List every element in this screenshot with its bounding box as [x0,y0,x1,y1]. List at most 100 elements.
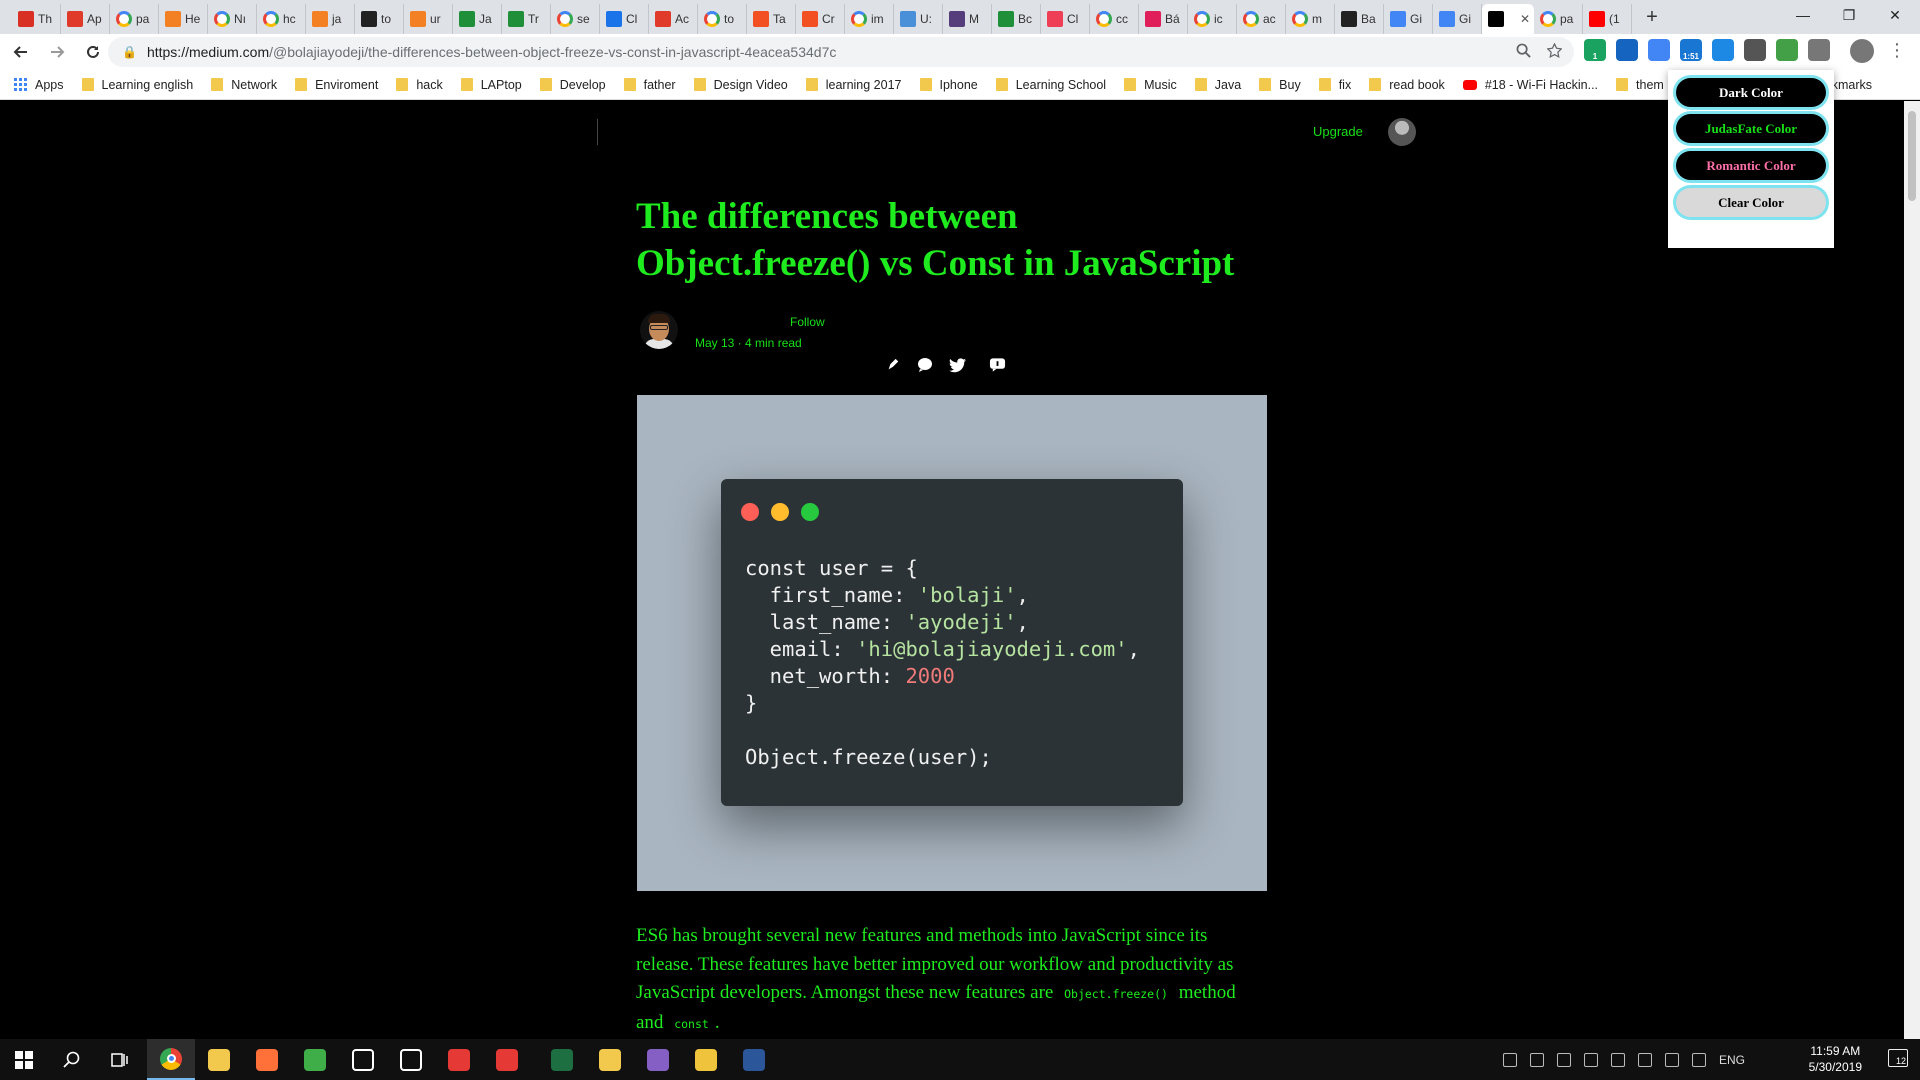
tab[interactable]: se [551,4,600,34]
bookmark-item[interactable]: father [623,78,676,92]
bookmark-item[interactable]: Design Video [693,78,788,92]
follow-button[interactable]: Follow [790,315,825,329]
taskbar-notepad-app[interactable] [586,1039,634,1080]
page-scrollbar[interactable] [1904,101,1920,1039]
tab[interactable]: Nı [208,4,257,34]
bookmark-item[interactable]: read book [1369,78,1445,92]
tab-close-icon[interactable]: ✕ [1520,12,1534,26]
tab[interactable]: Th [12,4,61,34]
address-bar[interactable]: 🔒 https://medium.com/@bolajiayodeji/the-… [108,37,1574,67]
bookmark-item[interactable]: fix [1318,78,1351,92]
bookmark-star-icon[interactable] [1547,43,1562,58]
user-avatar[interactable] [1388,118,1416,146]
forward-button[interactable] [42,37,72,67]
clock[interactable]: 11:59 AM 5/30/2019 [1809,1043,1862,1075]
tab[interactable]: im [845,4,894,34]
tab[interactable]: He [159,4,208,34]
bookmark-item[interactable]: Learning School [995,78,1106,92]
taskbar-excel[interactable] [538,1039,586,1080]
skype-icon[interactable] [1556,1052,1571,1067]
bookmark-item[interactable]: LAPtop [460,78,522,92]
restore-button[interactable]: ❐ [1826,0,1872,30]
bookmark-item[interactable]: Buy [1259,78,1301,92]
bookmark-item[interactable]: them [1616,78,1664,92]
pen-icon[interactable] [884,356,902,374]
ext-j-icon[interactable] [1616,39,1638,61]
ext-shield-icon[interactable] [1808,39,1830,61]
tab-active[interactable]: ✕ [1482,4,1534,34]
tab[interactable]: Cl [1041,4,1090,34]
window-close-button[interactable]: ✕ [1872,0,1918,30]
tab[interactable]: Bá [1139,4,1188,34]
tab[interactable]: pa [1534,4,1583,34]
profile-avatar[interactable] [1850,39,1874,63]
ext-timer-icon[interactable]: 1:51 [1680,39,1702,61]
upgrade-link[interactable]: Upgrade [1313,124,1363,139]
tab[interactable]: to [698,4,747,34]
taskbar-store[interactable] [339,1039,387,1080]
tab[interactable]: U: [894,4,943,34]
language-indicator[interactable]: ENG [1719,1053,1745,1067]
taskbar-firefox[interactable] [243,1039,291,1080]
taskbar-search[interactable] [48,1039,96,1080]
tab[interactable]: (1 [1583,4,1632,34]
taskbar-git-app[interactable] [682,1039,730,1080]
dark-color-button[interactable]: Dark Color [1676,78,1826,107]
bookmark-item[interactable]: #18 - Wi-Fi Hackin... [1462,78,1598,92]
ext-settings-icon[interactable] [1744,39,1766,61]
ext-green-icon[interactable]: 1 [1584,39,1606,61]
bookmark-item[interactable]: Java [1194,78,1241,92]
tab[interactable]: ac [1237,4,1286,34]
zoom-icon[interactable] [1516,43,1531,58]
ext-leaf-icon[interactable] [1776,39,1798,61]
ext-translate-icon[interactable] [1648,39,1670,61]
taskbar-visual-studio[interactable] [634,1039,682,1080]
taskbar-task-view[interactable] [96,1039,144,1080]
tab[interactable]: Ba [1335,4,1384,34]
wifi-icon[interactable] [1664,1052,1679,1067]
ext-pen-icon[interactable] [1712,39,1734,61]
new-tab-button[interactable]: + [1638,3,1666,31]
onedrive-icon[interactable] [1637,1052,1652,1067]
tray-window-icon[interactable] [1583,1052,1598,1067]
browser-menu-icon[interactable]: ⋮ [1888,40,1906,61]
tab[interactable]: ja [306,4,355,34]
bookmark-item[interactable]: Apps [14,78,64,92]
tab[interactable]: M [943,4,992,34]
taskbar-start[interactable] [0,1039,48,1080]
tab[interactable]: Ja [453,4,502,34]
taskbar-green-app[interactable] [291,1039,339,1080]
tab[interactable]: Cr [796,4,845,34]
tab[interactable]: Cl [600,4,649,34]
taskbar-file-explorer[interactable] [195,1039,243,1080]
tab[interactable]: Ac [649,4,698,34]
bookmark-item[interactable]: Develop [539,78,606,92]
taskbar-red-app-2[interactable] [483,1039,531,1080]
tray-app-icon[interactable] [1529,1052,1544,1067]
taskbar-red-app-1[interactable] [435,1039,483,1080]
people-icon[interactable] [1502,1052,1517,1067]
clear-color-button[interactable]: Clear Color [1676,188,1826,217]
tab[interactable]: m [1286,4,1335,34]
tab[interactable]: Gi [1433,4,1482,34]
tab[interactable]: Tr [502,4,551,34]
tab[interactable]: Gi [1384,4,1433,34]
bookmark-item[interactable]: Network [211,78,277,92]
bookmark-item[interactable]: learning 2017 [805,78,902,92]
minimize-button[interactable]: — [1780,0,1826,30]
bookmark-item[interactable]: Iphone [919,78,978,92]
taskbar-chrome[interactable] [147,1039,195,1080]
bookmark-item[interactable]: Learning english [81,78,193,92]
tab[interactable]: to [355,4,404,34]
twitter-icon[interactable] [948,356,966,374]
back-button[interactable] [6,37,36,67]
notifications-icon[interactable]: 12 [1888,1049,1908,1067]
bookmark-item[interactable]: Enviroment [295,78,378,92]
volume-icon[interactable] [1691,1052,1706,1067]
bookmark-item[interactable]: hack [396,78,443,92]
taskbar-mail[interactable] [387,1039,435,1080]
tab[interactable]: hc [257,4,306,34]
author-avatar[interactable] [640,311,678,349]
scrollbar-thumb[interactable] [1908,111,1916,201]
judasfate-color-button[interactable]: JudasFate Color [1676,114,1826,143]
